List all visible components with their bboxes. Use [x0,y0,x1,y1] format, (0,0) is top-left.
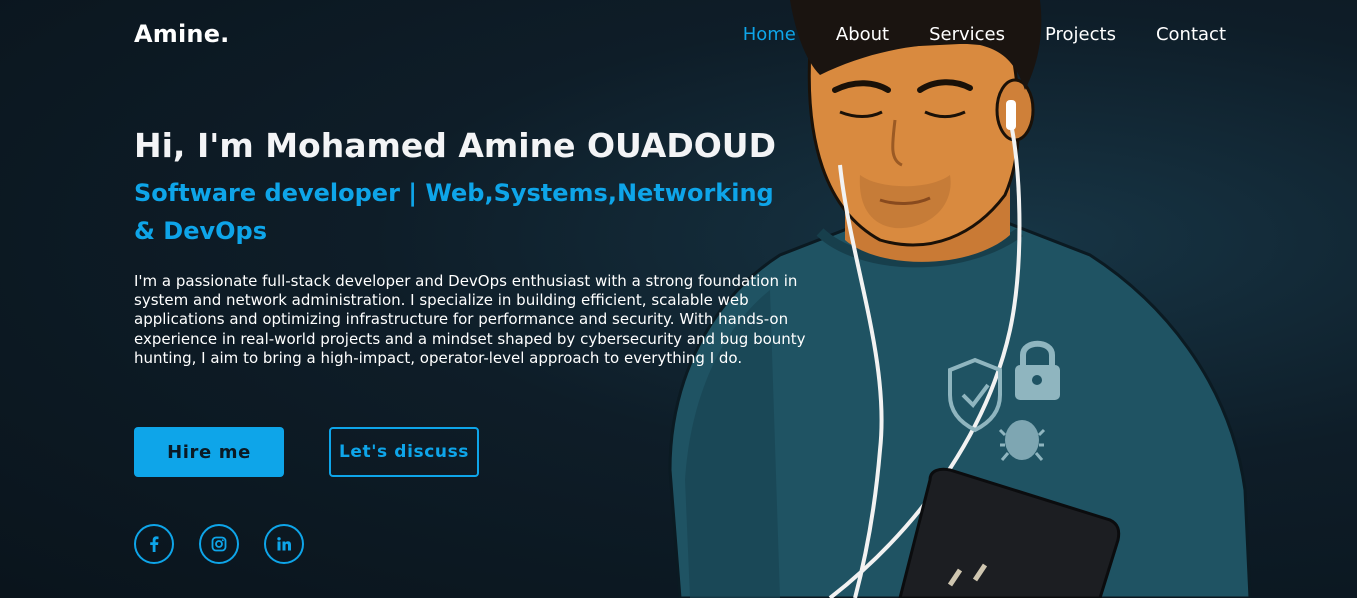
nav-item-about[interactable]: About [836,24,889,46]
brand-logo[interactable]: Amine. [134,20,230,48]
hire-me-button[interactable]: Hire me [134,427,284,477]
nav-item-services[interactable]: Services [929,24,1005,46]
hero-description: I'm a passionate full-stack developer an… [134,272,806,367]
nav-item-projects[interactable]: Projects [1045,24,1116,46]
hero-title: Hi, I'm Mohamed Amine OUADOUD [134,126,776,165]
instagram-icon [211,536,227,552]
hero-subtitle: Software developer | Web,Systems,Network… [134,179,774,245]
main-nav: Home About Services Projects Contact [703,24,1226,46]
social-links [134,524,304,564]
facebook-icon [150,536,159,552]
linkedin-link[interactable] [264,524,304,564]
nav-item-contact[interactable]: Contact [1156,24,1226,46]
linkedin-icon [277,537,291,551]
nav-item-home[interactable]: Home [743,24,796,46]
facebook-link[interactable] [134,524,174,564]
instagram-link[interactable] [199,524,239,564]
lets-discuss-button[interactable]: Let's discuss [329,427,479,477]
